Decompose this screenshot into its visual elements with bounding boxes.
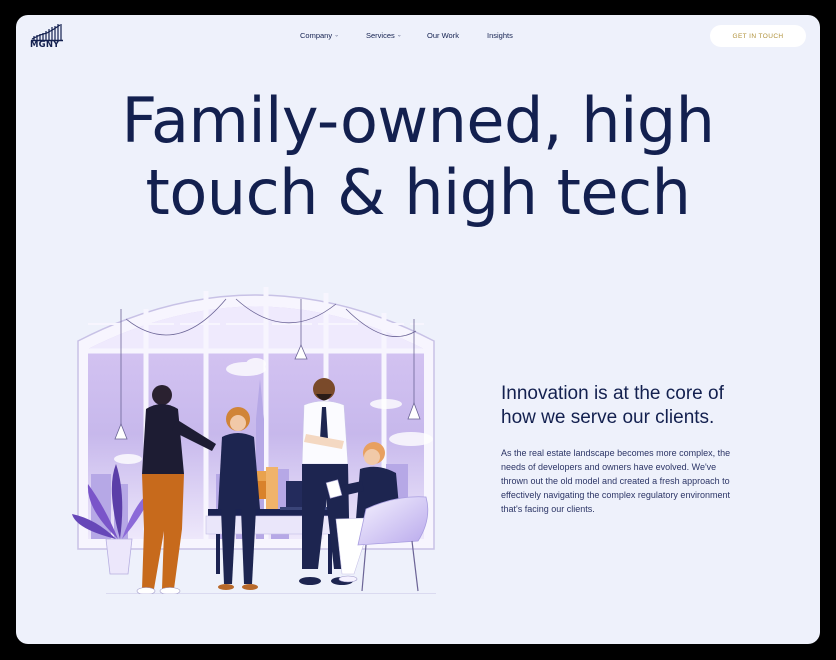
nav-label-insights[interactable]: Insights — [487, 31, 513, 40]
chevron-down-icon: ⌄ — [334, 32, 340, 38]
get-in-touch-button[interactable]: GET IN TOUCH — [710, 25, 806, 47]
nav-item-our-work[interactable]: Our Work — [427, 31, 459, 40]
body-line: thrown out the old model and created a f… — [501, 476, 730, 486]
main-nav: Company ⌄ Services ⌄ Our Work Insights — [16, 31, 820, 43]
body-line: As the real estate landscape becomes mor… — [501, 448, 731, 458]
nav-label-our-work[interactable]: Our Work — [427, 31, 459, 40]
office-team-illustration — [72, 287, 436, 594]
body-line: needs of developers and owners have evol… — [501, 462, 717, 472]
nav-item-services[interactable]: Services ⌄ — [366, 31, 402, 40]
nav-item-company[interactable]: Company ⌄ — [300, 31, 339, 40]
section-heading: Innovation is at the core of how we serv… — [501, 382, 801, 430]
section-heading-line-1: Innovation is at the core of — [501, 383, 724, 404]
nav-label-services[interactable]: Services — [366, 31, 395, 40]
hero-title-line-1: Family-owned, high — [121, 84, 715, 157]
chevron-down-icon: ⌄ — [396, 32, 402, 38]
body-line: effectively navigating the complex regul… — [501, 490, 730, 500]
page: MGNY Company ⌄ Services ⌄ Our Work Insig… — [16, 15, 820, 644]
section-heading-line-2: how we serve our clients. — [501, 407, 715, 428]
body-line: that's facing our clients. — [501, 504, 595, 514]
nav-label-company[interactable]: Company — [300, 31, 332, 40]
nav-item-insights[interactable]: Insights — [487, 31, 513, 40]
section-body: As the real estate landscape becomes mor… — [501, 446, 771, 516]
hero-title-line-2: touch & high tech — [145, 156, 691, 229]
hero-title: Family-owned, high touch & high tech — [16, 85, 820, 229]
